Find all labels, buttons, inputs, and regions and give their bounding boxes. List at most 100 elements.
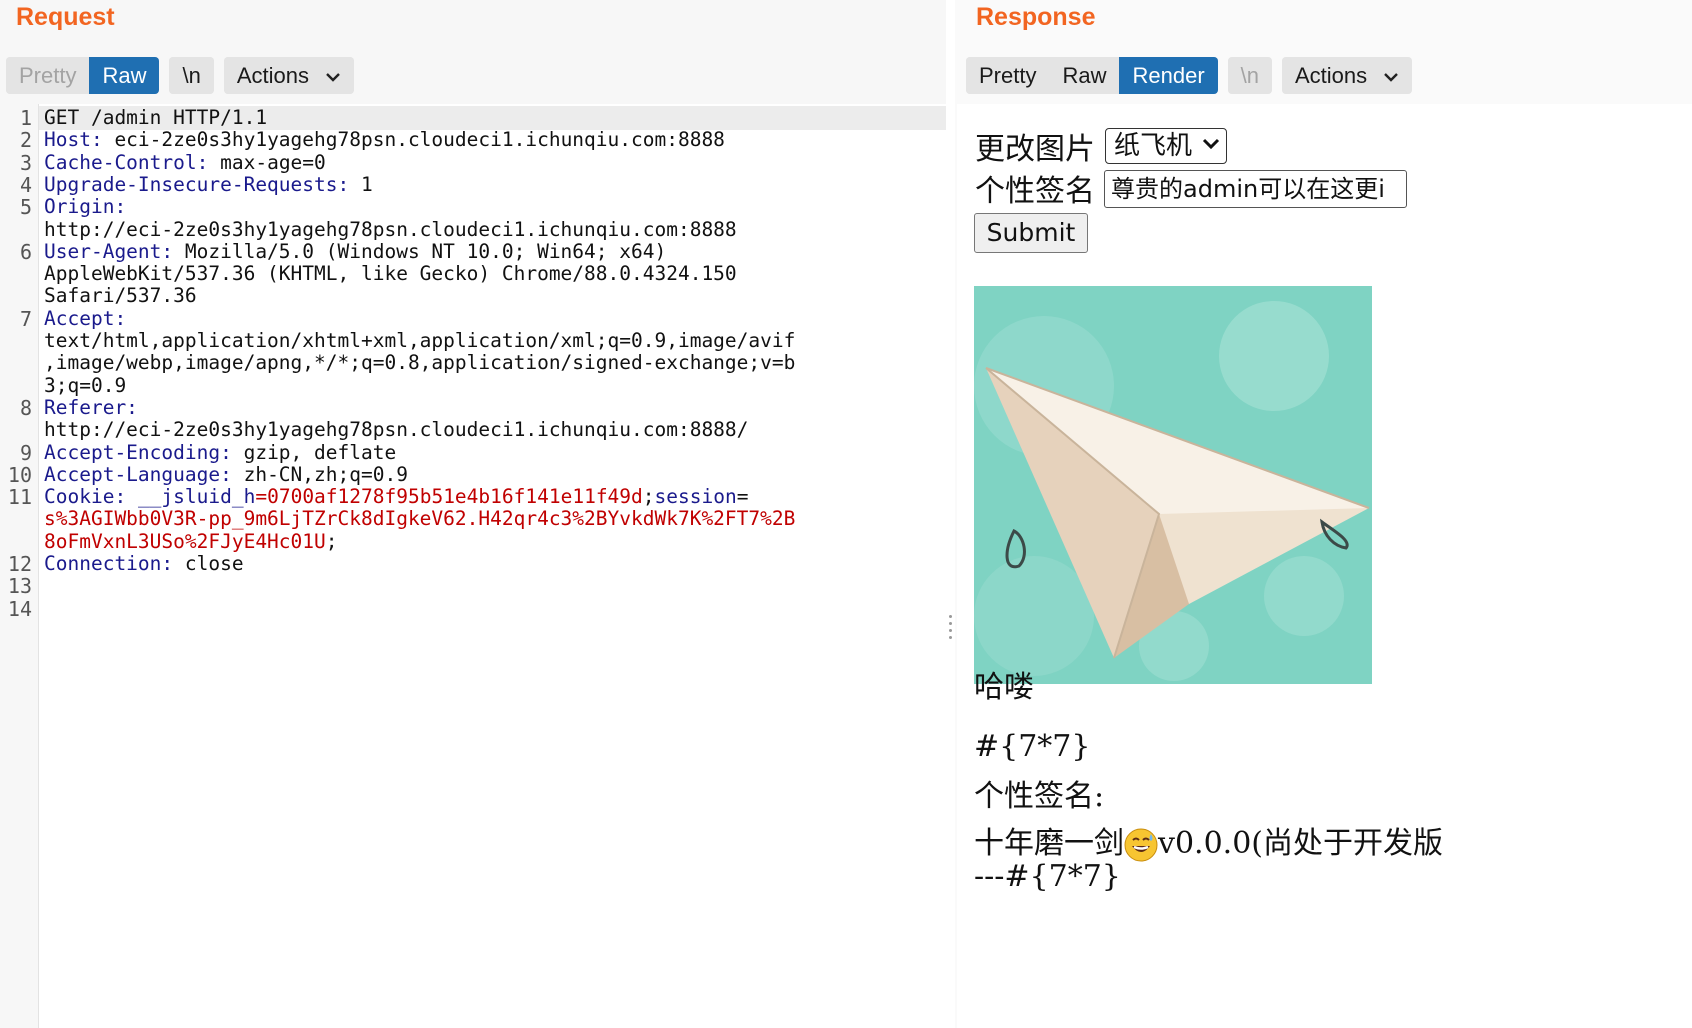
line-number: 7: [19, 306, 32, 331]
code-line: s%3AGIWbb0V3R-pp_9m6LjTZrCk8dIgkeV62.H42…: [44, 507, 795, 531]
code-line: 8oFmVxnL3USo%2FJyE4Hc01U;: [44, 529, 338, 553]
line-number: 12: [7, 552, 32, 576]
response-view-tabs: Pretty Raw Render: [966, 57, 1218, 94]
line-number: 10: [7, 462, 32, 487]
code-line: Cache-Control: max-age=0: [44, 151, 326, 175]
code-line: Upgrade-Insecure-Requests: 1: [44, 173, 373, 197]
header-value: gzip, deflate: [231, 440, 397, 464]
header-value: text/html,application/xhtml+xml,applicat…: [44, 329, 796, 352]
code-line: AppleWebKit/537.36 (KHTML, like Gecko) C…: [44, 262, 737, 286]
header-name: Cache-Control:: [44, 150, 209, 174]
request-title: Request: [16, 3, 115, 31]
split-drag-handle[interactable]: [948, 615, 954, 643]
code-line: ,image/webp,image/apng,*/*;q=0.8,applica…: [44, 351, 795, 375]
header-value: Safari/537.36: [44, 284, 197, 308]
code-line: Accept:: [44, 307, 126, 331]
tab-pretty[interactable]: Pretty: [966, 57, 1050, 94]
code-line: Host: eci-2ze0s3hy1yagehg78psn.cloudeci1…: [44, 128, 725, 152]
paper-plane-image: [974, 286, 1372, 684]
code-line: GET /admin HTTP/1.1: [44, 106, 267, 130]
header-name: Accept-Encoding:: [44, 440, 232, 464]
header-name: Upgrade-Insecure-Requests:: [44, 172, 350, 196]
response-toolbar: Pretty Raw Render \n Actions: [966, 57, 1413, 94]
header-name: Origin:: [44, 195, 127, 219]
tab-raw[interactable]: Raw: [89, 57, 160, 94]
header-value: zh-CN,zh;q=0.9: [231, 462, 408, 486]
header-name: Accept-Language:: [44, 462, 232, 486]
line-number: 11: [7, 485, 32, 510]
header-value: http://eci-2ze0s3hy1yagehg78psn.cloudeci…: [44, 217, 737, 241]
actions-label: Actions: [236, 63, 309, 88]
tab-render[interactable]: Render: [1119, 57, 1218, 94]
cookie-name: session: [654, 485, 737, 509]
code-line: Accept-Encoding: gzip, deflate: [44, 441, 396, 465]
header-name: Host:: [44, 128, 103, 152]
image-select[interactable]: 纸飞机: [1105, 128, 1227, 164]
line-number: 9: [19, 440, 32, 465]
header-value: max-age=0: [208, 150, 326, 174]
header-value: eci-2ze0s3hy1yagehg78psn.cloudeci1.ichun…: [102, 128, 725, 152]
header-value: AppleWebKit/537.36 (KHTML, like Gecko) C…: [44, 262, 737, 286]
image-select-label: 更改图片: [975, 132, 1095, 167]
image-select-value: 纸飞机: [1114, 131, 1193, 161]
actions-dropdown-button[interactable]: Actions: [1282, 57, 1413, 94]
header-name: Accept:: [44, 306, 127, 330]
header-value: 1: [349, 172, 373, 196]
code-line: http://eci-2ze0s3hy1yagehg78psn.cloudeci…: [44, 418, 748, 442]
code-line: text/html,application/xhtml+xml,applicat…: [44, 329, 795, 353]
newline-toggle-button[interactable]: \n: [1227, 57, 1272, 94]
line-number-gutter: 1 2 3 4 5 6 7 8 9 10 11 12 13 14: [0, 104, 39, 1028]
line-number: 8: [19, 395, 32, 420]
signature-text-before: 十年磨一剑: [974, 826, 1124, 861]
cookie-value: s%3AGIWbb0V3R-pp_9m6LjTZrCk8dIgkeV62.H42…: [44, 507, 796, 531]
line-number: 4: [19, 172, 32, 197]
grinning-sweat-emoji-icon: [1124, 828, 1158, 862]
signature-label: 个性签名: [975, 174, 1095, 209]
submit-button[interactable]: Submit: [974, 213, 1088, 253]
signature-text-after: v0.0.0(尚处于开发版: [1158, 826, 1443, 861]
header-value: GET /admin HTTP/1.1: [44, 106, 268, 129]
header-name: User-Agent:: [44, 239, 174, 263]
cookie-value: 0700af1278f95b51e4b16f141e11f49d: [267, 485, 643, 509]
request-editor[interactable]: 1 2 3 4 5 6 7 8 9 10 11 12 13 14 GET /admin HTTP/1.1 H…: [0, 104, 946, 1028]
code-line: http://eci-2ze0s3hy1yagehg78psn.cloudeci…: [44, 218, 737, 242]
code-line: Accept-Language: zh-CN,zh;q=0.9: [44, 463, 408, 487]
header-name: Connection:: [44, 552, 174, 575]
line-number: 13: [7, 574, 32, 599]
request-view-tabs: Pretty Raw: [6, 57, 160, 94]
signature-footer: ---#{7*7}: [974, 859, 1121, 894]
cookie-value: 8oFmVxnL3USo%2FJyE4Hc01U: [44, 529, 326, 553]
tab-raw[interactable]: Raw: [1049, 57, 1120, 94]
header-value: Mozilla/5.0 (Windows NT 10.0; Win64; x64…: [173, 239, 667, 263]
cookie-name: __jsluid_h: [137, 485, 256, 509]
tab-pretty[interactable]: Pretty: [6, 57, 90, 94]
header-value: ,image/webp,image/apng,*/*;q=0.8,applica…: [44, 351, 796, 375]
line-number: 5: [19, 195, 32, 220]
line-number: 14: [7, 596, 32, 621]
code-line: Cookie: __jsluid_h=0700af1278f95b51e4b16…: [44, 485, 749, 509]
chevron-down-icon: [1202, 138, 1220, 150]
code-line: Connection: close: [44, 552, 244, 576]
newline-toggle-button[interactable]: \n: [169, 57, 214, 94]
request-pane: Request Pretty Raw \n Actions 1234567891…: [0, 0, 952, 1028]
code-line: 3;q=0.9: [44, 374, 126, 398]
actions-dropdown-button[interactable]: Actions: [223, 57, 355, 94]
code-line: Origin:: [44, 195, 126, 219]
signature-heading: 个性签名:: [974, 779, 1105, 814]
line-number: 3: [19, 150, 32, 175]
header-name: Referer:: [44, 395, 138, 419]
actions-label: Actions: [1295, 63, 1368, 88]
signature-input[interactable]: 尊贵的admin可以在这更i: [1104, 170, 1407, 208]
chevron-down-icon: [326, 73, 340, 82]
code-line: Safari/537.36: [44, 284, 197, 308]
header-value: close: [173, 552, 244, 575]
template-expression-text: #{7*7}: [974, 729, 1091, 764]
line-number: 6: [19, 239, 32, 264]
line-number: 1: [19, 106, 32, 130]
header-name: Cookie:: [44, 485, 127, 509]
code-line: User-Agent: Mozilla/5.0 (Windows NT 10.0…: [44, 240, 666, 264]
response-render-view: 更改图片 纸飞机 个性签名 尊贵的admin可以在这更i Submit 哈喽 #…: [957, 104, 1692, 1028]
greeting-text: 哈喽: [974, 670, 1034, 705]
chevron-down-icon: [1384, 73, 1399, 82]
header-value: http://eci-2ze0s3hy1yagehg78psn.cloudeci…: [44, 418, 749, 442]
